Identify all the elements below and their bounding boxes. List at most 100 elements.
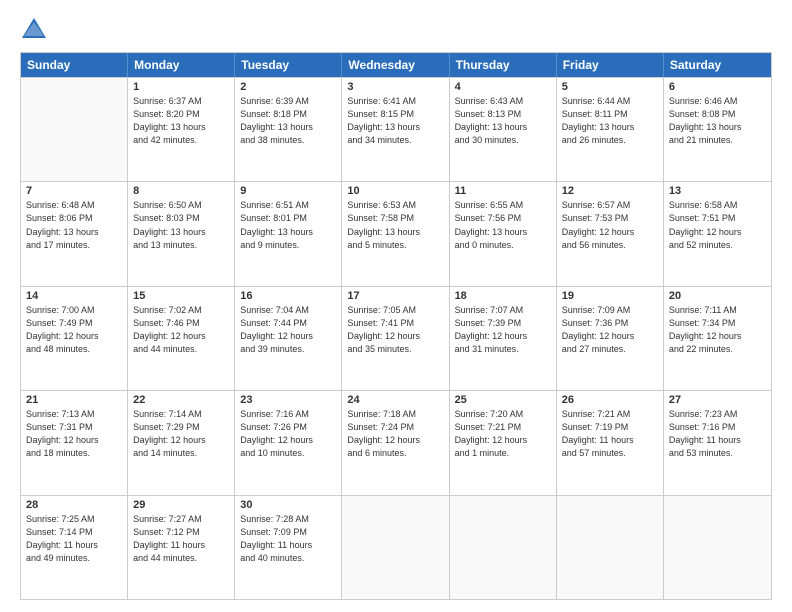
calendar-cell: 4Sunrise: 6:43 AM Sunset: 8:13 PM Daylig… [450,78,557,181]
day-number: 9 [240,185,336,197]
day-number: 22 [133,394,229,406]
cell-info: Sunrise: 6:50 AM Sunset: 8:03 PM Dayligh… [133,199,229,251]
page: SundayMondayTuesdayWednesdayThursdayFrid… [0,0,792,612]
cell-info: Sunrise: 7:02 AM Sunset: 7:46 PM Dayligh… [133,304,229,356]
calendar-row: 7 Sunrise: 6:48 AM Sunset: 8:06 PM Daylig… [21,181,771,285]
header-day: Monday [128,53,235,77]
calendar-cell: 14 Sunrise: 7:00 AM Sunset: 7:49 PM Dayli… [21,287,128,390]
header-day: Thursday [450,53,557,77]
day-number: 11 [455,185,551,197]
calendar-cell: 29Sunrise: 7:27 AM Sunset: 7:12 PM Dayli… [128,496,235,599]
calendar-row: 1Sunrise: 6:37 AM Sunset: 8:20 PM Daylig… [21,77,771,181]
day-number: 10 [347,185,443,197]
calendar-cell: 10 Sunrise: 6:53 AM Sunset: 7:58 PM Dayli… [342,182,449,285]
cell-info: Sunrise: 7:04 AM Sunset: 7:44 PM Dayligh… [240,304,336,356]
day-number: 19 [562,290,658,302]
calendar-cell: 13 Sunrise: 6:58 AM Sunset: 7:51 PM Dayli… [664,182,771,285]
cell-info: Sunrise: 6:58 AM Sunset: 7:51 PM Dayligh… [669,199,766,251]
cell-info: Sunrise: 6:51 AM Sunset: 8:01 PM Dayligh… [240,199,336,251]
calendar-cell: 3Sunrise: 6:41 AM Sunset: 8:15 PM Daylig… [342,78,449,181]
day-number: 27 [669,394,766,406]
calendar-cell: 6 Sunrise: 6:46 AM Sunset: 8:08 PM Daylig… [664,78,771,181]
calendar-row: 21Sunrise: 7:13 AM Sunset: 7:31 PM Dayli… [21,390,771,494]
calendar-cell: 23 Sunrise: 7:16 AM Sunset: 7:26 PM Dayli… [235,391,342,494]
day-number: 24 [347,394,443,406]
day-number: 20 [669,290,766,302]
cell-info: Sunrise: 6:44 AM Sunset: 8:11 PM Dayligh… [562,95,658,147]
cell-info: Sunrise: 6:57 AM Sunset: 7:53 PM Dayligh… [562,199,658,251]
day-number: 4 [455,81,551,93]
cell-info: Sunrise: 7:07 AM Sunset: 7:39 PM Dayligh… [455,304,551,356]
day-number: 8 [133,185,229,197]
cell-info: Sunrise: 7:18 AM Sunset: 7:24 PM Dayligh… [347,408,443,460]
calendar-row: 28 Sunrise: 7:25 AM Sunset: 7:14 PM Dayli… [21,495,771,599]
day-number: 6 [669,81,766,93]
day-number: 25 [455,394,551,406]
cell-info: Sunrise: 7:21 AM Sunset: 7:19 PM Dayligh… [562,408,658,460]
header-day: Sunday [21,53,128,77]
day-number: 1 [133,81,229,93]
header-day: Wednesday [342,53,449,77]
header-day: Tuesday [235,53,342,77]
header [20,16,772,44]
calendar-cell: 22 Sunrise: 7:14 AM Sunset: 7:29 PM Dayli… [128,391,235,494]
calendar-cell: 15 Sunrise: 7:02 AM Sunset: 7:46 PM Dayli… [128,287,235,390]
cell-info: Sunrise: 7:16 AM Sunset: 7:26 PM Dayligh… [240,408,336,460]
day-number: 15 [133,290,229,302]
cell-info: Sunrise: 7:20 AM Sunset: 7:21 PM Dayligh… [455,408,551,460]
day-number: 14 [26,290,122,302]
calendar-cell: 28 Sunrise: 7:25 AM Sunset: 7:14 PM Dayli… [21,496,128,599]
header-day: Saturday [664,53,771,77]
cell-info: Sunrise: 7:28 AM Sunset: 7:09 PM Dayligh… [240,513,336,565]
day-number: 12 [562,185,658,197]
calendar-row: 14 Sunrise: 7:00 AM Sunset: 7:49 PM Dayli… [21,286,771,390]
day-number: 13 [669,185,766,197]
calendar-cell: 12 Sunrise: 6:57 AM Sunset: 7:53 PM Dayli… [557,182,664,285]
calendar-body: 1Sunrise: 6:37 AM Sunset: 8:20 PM Daylig… [21,77,771,599]
day-number: 2 [240,81,336,93]
day-number: 26 [562,394,658,406]
cell-info: Sunrise: 7:25 AM Sunset: 7:14 PM Dayligh… [26,513,122,565]
calendar-cell: 20Sunrise: 7:11 AM Sunset: 7:34 PM Dayli… [664,287,771,390]
calendar-cell: 19 Sunrise: 7:09 AM Sunset: 7:36 PM Dayli… [557,287,664,390]
calendar-header: SundayMondayTuesdayWednesdayThursdayFrid… [21,53,771,77]
cell-info: Sunrise: 6:41 AM Sunset: 8:15 PM Dayligh… [347,95,443,147]
cell-info: Sunrise: 7:09 AM Sunset: 7:36 PM Dayligh… [562,304,658,356]
cell-info: Sunrise: 6:55 AM Sunset: 7:56 PM Dayligh… [455,199,551,251]
calendar-cell: 9 Sunrise: 6:51 AM Sunset: 8:01 PM Daylig… [235,182,342,285]
cell-info: Sunrise: 6:53 AM Sunset: 7:58 PM Dayligh… [347,199,443,251]
cell-info: Sunrise: 6:48 AM Sunset: 8:06 PM Dayligh… [26,199,122,251]
day-number: 7 [26,185,122,197]
logo-icon [20,16,48,44]
calendar-cell [21,78,128,181]
calendar-cell [342,496,449,599]
calendar-cell [450,496,557,599]
calendar-cell: 5Sunrise: 6:44 AM Sunset: 8:11 PM Daylig… [557,78,664,181]
cell-info: Sunrise: 6:46 AM Sunset: 8:08 PM Dayligh… [669,95,766,147]
cell-info: Sunrise: 6:39 AM Sunset: 8:18 PM Dayligh… [240,95,336,147]
cell-info: Sunrise: 7:27 AM Sunset: 7:12 PM Dayligh… [133,513,229,565]
cell-info: Sunrise: 7:00 AM Sunset: 7:49 PM Dayligh… [26,304,122,356]
cell-info: Sunrise: 7:05 AM Sunset: 7:41 PM Dayligh… [347,304,443,356]
calendar-cell: 17 Sunrise: 7:05 AM Sunset: 7:41 PM Dayli… [342,287,449,390]
cell-info: Sunrise: 7:13 AM Sunset: 7:31 PM Dayligh… [26,408,122,460]
calendar-cell: 26 Sunrise: 7:21 AM Sunset: 7:19 PM Dayli… [557,391,664,494]
calendar-cell: 7 Sunrise: 6:48 AM Sunset: 8:06 PM Daylig… [21,182,128,285]
calendar-cell: 18 Sunrise: 7:07 AM Sunset: 7:39 PM Dayli… [450,287,557,390]
calendar-cell: 8 Sunrise: 6:50 AM Sunset: 8:03 PM Daylig… [128,182,235,285]
logo [20,16,52,44]
calendar-cell: 1Sunrise: 6:37 AM Sunset: 8:20 PM Daylig… [128,78,235,181]
calendar-cell: 24 Sunrise: 7:18 AM Sunset: 7:24 PM Dayli… [342,391,449,494]
calendar-cell: 2 Sunrise: 6:39 AM Sunset: 8:18 PM Daylig… [235,78,342,181]
calendar-cell [664,496,771,599]
calendar-cell: 30Sunrise: 7:28 AM Sunset: 7:09 PM Dayli… [235,496,342,599]
calendar-cell: 21Sunrise: 7:13 AM Sunset: 7:31 PM Dayli… [21,391,128,494]
day-number: 17 [347,290,443,302]
day-number: 23 [240,394,336,406]
calendar-cell: 16Sunrise: 7:04 AM Sunset: 7:44 PM Dayli… [235,287,342,390]
cell-info: Sunrise: 7:23 AM Sunset: 7:16 PM Dayligh… [669,408,766,460]
day-number: 18 [455,290,551,302]
day-number: 28 [26,499,122,511]
cell-info: Sunrise: 7:14 AM Sunset: 7:29 PM Dayligh… [133,408,229,460]
calendar-cell: 25 Sunrise: 7:20 AM Sunset: 7:21 PM Dayli… [450,391,557,494]
